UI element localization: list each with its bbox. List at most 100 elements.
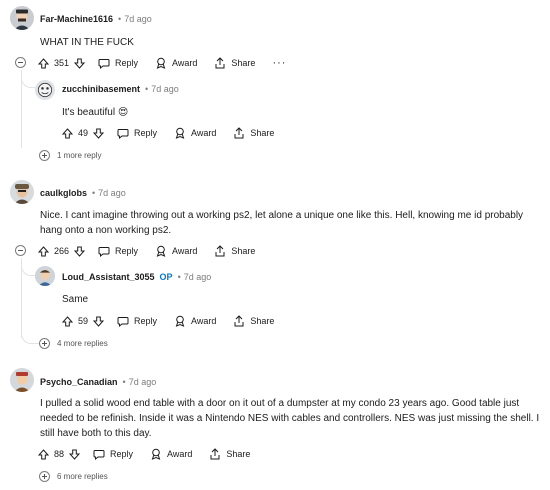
award-button[interactable]: Award — [150, 448, 192, 460]
share-label: Share — [231, 246, 256, 256]
reply-button[interactable]: Reply — [117, 316, 157, 327]
plus-icon — [42, 153, 47, 158]
comment-bubble-icon — [98, 58, 110, 69]
downvote-button[interactable] — [74, 58, 86, 69]
comment-actions: 49 Reply Award Share — [62, 124, 274, 142]
upvote-arrow-icon — [38, 57, 49, 68]
op-badge: OP — [159, 272, 173, 282]
award-icon — [156, 245, 166, 257]
upvote-arrow-icon — [38, 448, 49, 459]
comment-author[interactable]: Psycho_Canadian — [40, 377, 118, 387]
vote-score: 59 — [78, 316, 89, 326]
collapse-thread-button[interactable] — [15, 57, 26, 68]
thread-branch — [21, 74, 35, 88]
award-icon — [175, 127, 185, 139]
upvote-arrow-icon — [38, 245, 49, 256]
meta-separator: • — [92, 188, 96, 198]
upvote-button[interactable] — [38, 245, 49, 257]
share-label: Share — [231, 58, 256, 68]
share-button[interactable]: Share — [233, 315, 274, 327]
comment-time[interactable]: 7d ago — [129, 377, 157, 387]
comment-bubble-icon — [98, 246, 110, 257]
award-icon — [151, 448, 161, 460]
award-icon — [175, 315, 185, 327]
comment-time[interactable]: 7d ago — [98, 188, 126, 198]
share-button[interactable]: Share — [233, 127, 274, 139]
reply-button[interactable]: Reply — [98, 58, 138, 69]
vote-score: 88 — [54, 449, 65, 459]
minus-icon — [18, 250, 23, 251]
downvote-arrow-icon — [93, 128, 105, 139]
comment-actions: 351 Reply Award Share ··· — [38, 54, 286, 72]
vote-score: 266 — [54, 246, 70, 256]
expand-button — [39, 150, 50, 161]
comment-bubble-icon — [93, 449, 105, 460]
comment-body: WHAT IN THE FUCK — [40, 37, 134, 48]
collapse-thread-button[interactable] — [15, 245, 26, 256]
comment-body: Same — [62, 294, 89, 305]
reply-button[interactable]: Reply — [117, 128, 157, 139]
comment-actions: 88 Reply Award Share — [38, 445, 250, 463]
reply-button[interactable]: Reply — [98, 246, 138, 257]
more-replies-label: 4 more replies — [57, 339, 108, 348]
more-replies-button[interactable]: 6 more replies — [39, 471, 108, 482]
comment-author[interactable]: caulkglobs — [40, 188, 87, 198]
comment-body: Nice. I cant imagine throwing out a work… — [40, 208, 540, 238]
reply-label: Reply — [115, 58, 139, 68]
avatar[interactable] — [10, 6, 34, 30]
avatar[interactable] — [35, 80, 55, 100]
award-button[interactable]: Award — [174, 315, 216, 327]
comment-author[interactable]: Far-Machine1616 — [40, 14, 113, 24]
share-button[interactable]: Share — [214, 245, 255, 257]
downvote-button[interactable] — [93, 316, 105, 327]
share-label: Share — [250, 128, 275, 138]
upvote-arrow-icon — [62, 127, 73, 138]
avatar[interactable] — [35, 266, 55, 286]
meta-separator: • — [177, 272, 181, 282]
comment-time[interactable]: 7d ago — [151, 84, 179, 94]
upvote-button[interactable] — [38, 57, 49, 69]
more-replies-button[interactable]: 1 more reply — [39, 150, 101, 161]
upvote-button[interactable] — [62, 315, 73, 327]
share-icon — [234, 315, 244, 327]
downvote-button[interactable] — [74, 246, 86, 257]
comment-text: It's beautiful — [62, 107, 116, 118]
comment-time[interactable]: 7d ago — [184, 272, 212, 282]
avatar[interactable] — [10, 368, 34, 392]
award-button[interactable]: Award — [155, 57, 197, 69]
share-icon — [210, 448, 220, 460]
downvote-button[interactable] — [93, 128, 105, 139]
comment-bubble-icon — [117, 316, 129, 327]
comment-time[interactable]: 7d ago — [124, 14, 152, 24]
upvote-button[interactable] — [38, 448, 49, 460]
downvote-button[interactable] — [69, 449, 81, 460]
downvote-arrow-icon — [69, 449, 81, 460]
more-replies-label: 1 more reply — [57, 151, 102, 160]
avatar-image — [10, 180, 34, 204]
expand-button — [39, 338, 50, 349]
more-options-button[interactable]: ··· — [272, 57, 286, 68]
avatar[interactable] — [10, 180, 34, 204]
upvote-button[interactable] — [62, 127, 73, 139]
award-label: Award — [191, 128, 217, 138]
comment-meta: caulkglobs • 7d ago — [40, 188, 126, 198]
share-label: Share — [250, 316, 275, 326]
share-button[interactable]: Share — [214, 57, 255, 69]
comment-body: It's beautiful 😍 — [62, 105, 128, 120]
comment-meta: Psycho_Canadian • 7d ago — [40, 377, 156, 387]
downvote-arrow-icon — [93, 316, 105, 327]
reply-button[interactable]: Reply — [93, 449, 133, 460]
comment-bubble-icon — [117, 128, 129, 139]
comment-text-line: I pulled a solid wood end table with a d… — [40, 398, 520, 409]
more-replies-button[interactable]: 4 more replies — [39, 338, 108, 349]
award-button[interactable]: Award — [155, 245, 197, 257]
meta-separator: • — [145, 84, 149, 94]
vote-score: 49 — [78, 128, 89, 138]
award-button[interactable]: Award — [174, 127, 216, 139]
share-button[interactable]: Share — [209, 448, 250, 460]
comment-meta: Far-Machine1616 • 7d ago — [40, 14, 152, 24]
comment-text-line: Nice. I cant imagine throwing out a work… — [40, 210, 524, 221]
comment-author[interactable]: zucchinibasement — [62, 84, 140, 94]
avatar-image — [35, 80, 55, 100]
comment-author[interactable]: Loud_Assistant_3055 — [62, 272, 155, 282]
